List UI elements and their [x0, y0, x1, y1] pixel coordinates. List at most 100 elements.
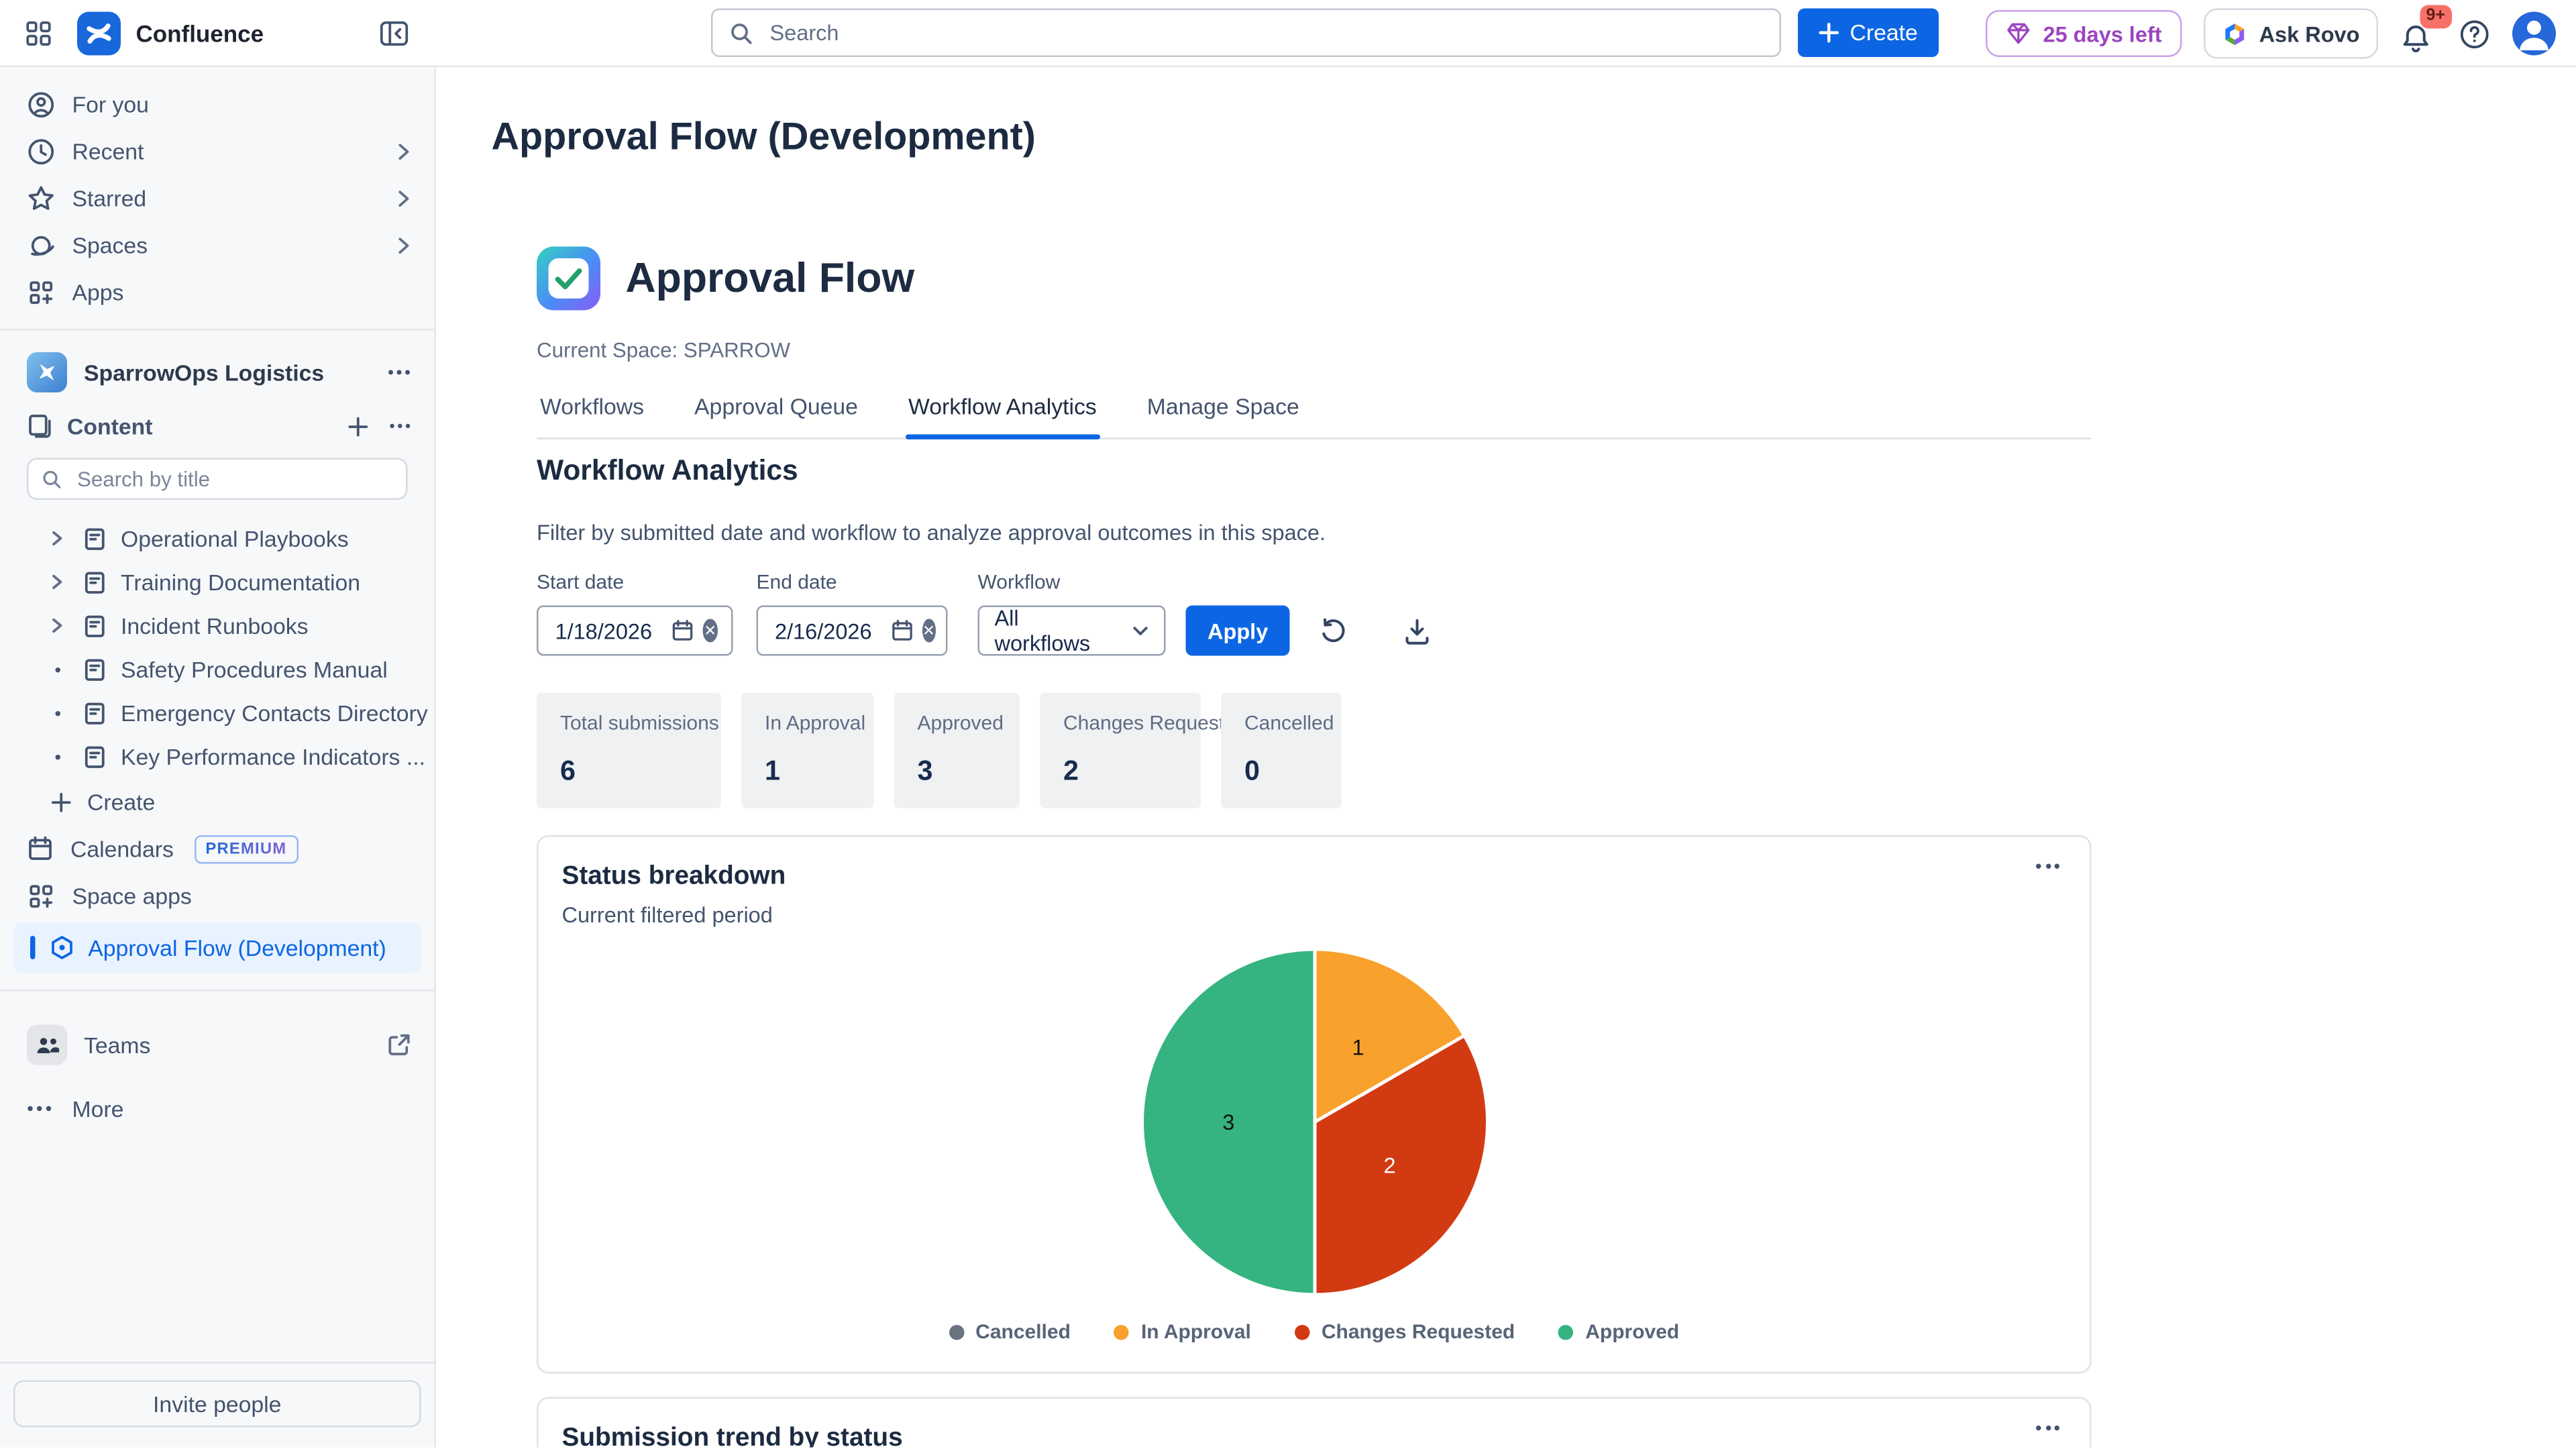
card-title: Status breakdown — [562, 862, 2067, 892]
current-space-label: Current Space: SPARROW — [537, 339, 2092, 362]
doc-icon — [83, 613, 108, 639]
content-more-icon[interactable] — [389, 423, 411, 429]
top-bar: Confluence Create 25 days left — [0, 0, 2576, 67]
user-avatar[interactable] — [2512, 12, 2556, 56]
card-menu-icon[interactable] — [2029, 857, 2066, 876]
calendar-icon[interactable] — [891, 619, 914, 643]
chevron-right-icon[interactable] — [46, 617, 69, 634]
tree-item-label: Emergency Contacts Directory — [121, 700, 428, 726]
tree-item[interactable]: Incident Runbooks — [0, 604, 435, 647]
legend-label: Changes Requested — [1322, 1320, 1515, 1344]
stat-value: 0 — [1244, 757, 1318, 789]
add-content-icon[interactable] — [347, 415, 370, 437]
global-search[interactable] — [711, 9, 1781, 58]
status-breakdown-card: Status breakdown Current filtered period… — [537, 835, 2092, 1374]
create-button[interactable]: Create — [1798, 9, 1938, 58]
space-more-icon[interactable] — [388, 369, 411, 376]
tree-item[interactable]: Safety Procedures Manual — [0, 647, 435, 691]
invite-people-button[interactable]: Invite people — [13, 1381, 421, 1428]
stat-label: Total submissions — [560, 711, 698, 735]
help-icon[interactable] — [2459, 17, 2491, 50]
tab-bar: Workflows Approval Queue Workflow Analyt… — [537, 394, 2092, 440]
clock-icon — [27, 137, 56, 166]
clear-start-date-icon[interactable]: ✕ — [703, 619, 718, 643]
tree-item[interactable]: Training Documentation — [0, 560, 435, 604]
filter-bar: Start date ✕ End date ✕ — [537, 570, 2092, 656]
sidebar-item-space-apps[interactable]: Space apps — [0, 872, 435, 919]
space-apps-label: Space apps — [72, 883, 192, 908]
app-header: Approval Flow — [537, 247, 2092, 311]
trial-days-button[interactable]: 25 days left — [1986, 10, 2182, 57]
end-date-input[interactable] — [771, 616, 882, 645]
page-title: Approval Flow (Development) — [492, 114, 2576, 160]
svg-text:1: 1 — [1351, 1035, 1363, 1059]
sidebar-item-for-you[interactable]: For you — [0, 80, 435, 127]
stat-approved: Approved 3 — [894, 693, 1020, 809]
app-switcher-icon[interactable] — [23, 17, 54, 48]
confluence-logo-icon[interactable] — [77, 11, 121, 54]
sidebar-item-label: Apps — [72, 279, 124, 305]
tab-approval-queue[interactable]: Approval Queue — [691, 394, 861, 438]
card-menu-icon[interactable] — [2029, 1419, 2066, 1438]
content-search[interactable] — [27, 458, 408, 500]
clear-end-date-icon[interactable]: ✕ — [922, 619, 935, 643]
divider — [0, 989, 435, 991]
notifications-button[interactable]: 9+ — [2400, 12, 2437, 56]
tab-manage-space[interactable]: Manage Space — [1144, 394, 1303, 438]
workflow-field: Workflow All workflows — [978, 570, 1166, 656]
chevron-right-icon[interactable] — [46, 574, 69, 590]
chevron-right-icon[interactable] — [46, 530, 69, 547]
start-date-input[interactable] — [552, 616, 663, 645]
legend-label: In Approval — [1141, 1320, 1251, 1344]
space-header[interactable]: SparrowOps Logistics — [0, 344, 435, 401]
apps-grid-icon — [27, 278, 56, 307]
sidebar-create-button[interactable]: Create — [0, 778, 435, 825]
tree-item-label: Operational Playbooks — [121, 526, 349, 551]
card-subtitle: Current filtered period — [562, 902, 2067, 928]
reset-filters-icon[interactable] — [1320, 606, 1349, 656]
sidebar-item-teams[interactable]: Teams — [0, 1012, 435, 1079]
external-link-icon — [388, 1033, 411, 1057]
sidebar-item-calendars[interactable]: Calendars PREMIUM — [0, 825, 435, 872]
stat-changes-requested: Changes Requested 2 — [1040, 693, 1201, 809]
end-date-field: End date ✕ — [757, 570, 948, 656]
collapse-sidebar-icon[interactable] — [379, 19, 409, 46]
tree-item[interactable]: Key Performance Indicators ... — [0, 735, 435, 778]
doc-icon — [83, 570, 108, 595]
ask-rovo-button[interactable]: Ask Rovo — [2204, 9, 2378, 59]
sidebar-item-starred[interactable]: Starred — [0, 174, 435, 221]
tab-workflow-analytics[interactable]: Workflow Analytics — [905, 394, 1100, 438]
section-title: Workflow Analytics — [537, 455, 2092, 488]
doc-icon — [83, 657, 108, 682]
create-button-label: Create — [1850, 20, 1918, 46]
doc-icon — [83, 700, 108, 726]
workflow-select[interactable]: All workflows — [978, 606, 1166, 656]
tree-item-label: Incident Runbooks — [121, 613, 309, 639]
topbar-left: Confluence — [0, 11, 416, 54]
tree-item[interactable]: Operational Playbooks — [0, 517, 435, 560]
ellipsis-icon — [27, 1106, 52, 1112]
chevron-right-icon — [396, 189, 411, 207]
stat-in-approval: In Approval 1 — [741, 693, 874, 809]
active-app-label: Approval Flow (Development) — [88, 935, 386, 961]
tree-item[interactable]: Emergency Contacts Directory — [0, 691, 435, 735]
stat-label: Changes Requested — [1063, 711, 1177, 735]
sidebar-item-recent[interactable]: Recent — [0, 127, 435, 174]
sidebar-item-more[interactable]: More — [0, 1079, 435, 1139]
search-icon — [42, 469, 62, 489]
tree-item-label: Safety Procedures Manual — [121, 657, 388, 682]
sidebar-item-spaces[interactable]: Spaces — [0, 221, 435, 268]
sidebar-item-approval-flow[interactable]: Approval Flow (Development) — [13, 922, 421, 973]
stats-row: Total submissions 6 In Approval 1 Approv… — [537, 693, 2092, 809]
tree-item-label: Training Documentation — [121, 570, 360, 595]
search-input[interactable] — [767, 19, 1763, 48]
content-search-input[interactable] — [74, 466, 392, 492]
calendar-icon[interactable] — [671, 619, 694, 643]
apply-button[interactable]: Apply — [1186, 606, 1290, 656]
download-icon[interactable] — [1404, 606, 1431, 656]
legend-dot-in-approval — [1114, 1324, 1130, 1340]
sidebar-item-apps[interactable]: Apps — [0, 268, 435, 315]
tab-workflows[interactable]: Workflows — [537, 394, 647, 438]
product-name: Confluence — [136, 19, 264, 46]
legend-dot-approved — [1558, 1324, 1574, 1340]
